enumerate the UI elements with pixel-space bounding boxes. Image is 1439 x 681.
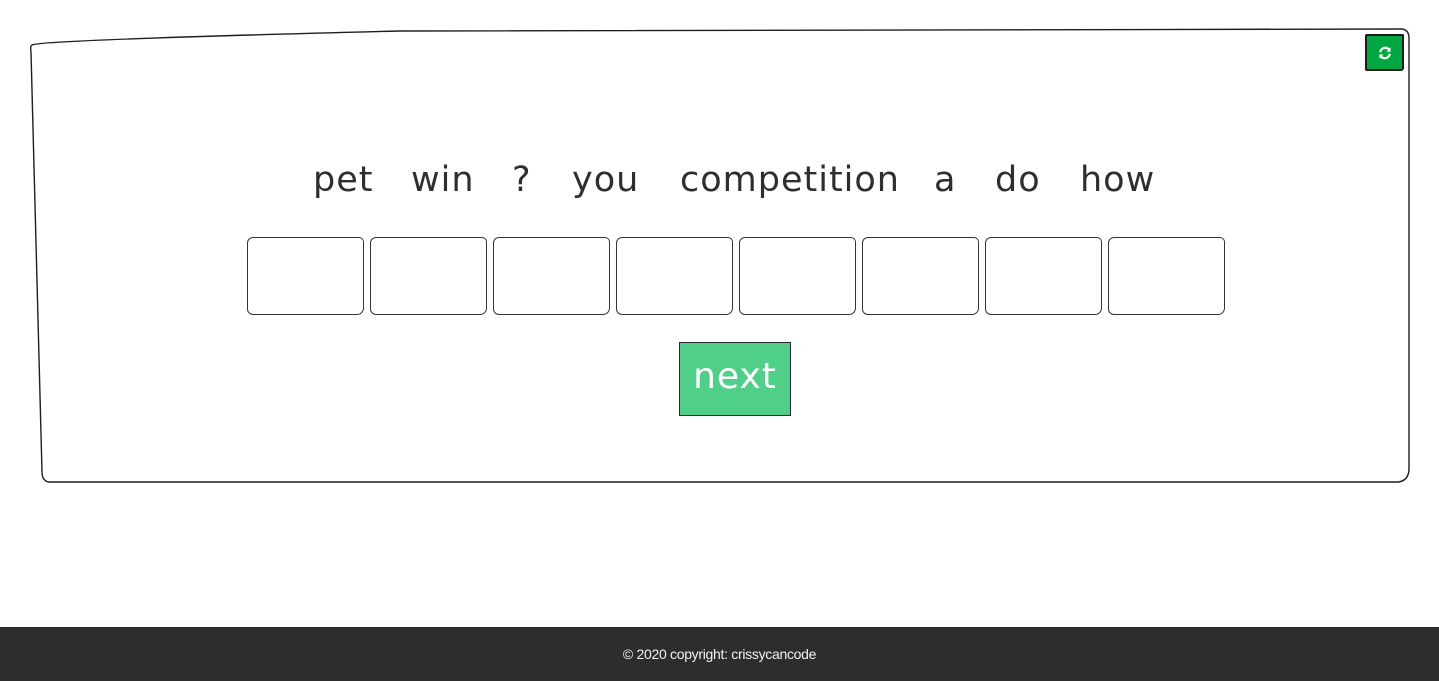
- refresh-icon: [1378, 46, 1391, 59]
- scrambled-word-row: pet win ? you competition a do how: [0, 156, 1439, 204]
- footer: © 2020 copyright: crissycancode: [0, 627, 1439, 681]
- word-tile[interactable]: competition: [680, 156, 900, 204]
- next-button[interactable]: next: [679, 342, 791, 416]
- answer-slot[interactable]: [739, 237, 856, 315]
- word-tile[interactable]: ?: [512, 156, 532, 204]
- page: pet win ? you competition a do how next …: [0, 0, 1439, 681]
- answer-slot[interactable]: [247, 237, 364, 315]
- copyright-text: © 2020 copyright: crissycancode: [622, 646, 817, 662]
- word-tile[interactable]: do: [995, 156, 1041, 204]
- word-tile[interactable]: how: [1080, 156, 1155, 204]
- answer-slot[interactable]: [616, 237, 733, 315]
- word-tile[interactable]: you: [572, 156, 639, 204]
- answer-slot[interactable]: [493, 237, 610, 315]
- word-tile[interactable]: win: [411, 156, 475, 204]
- answer-slot[interactable]: [862, 237, 979, 315]
- refresh-button[interactable]: [1365, 34, 1404, 71]
- word-tile[interactable]: a: [934, 156, 956, 204]
- answer-slot[interactable]: [1108, 237, 1225, 315]
- answer-slot[interactable]: [370, 237, 487, 315]
- answer-slot[interactable]: [985, 237, 1102, 315]
- word-tile[interactable]: pet: [313, 156, 373, 204]
